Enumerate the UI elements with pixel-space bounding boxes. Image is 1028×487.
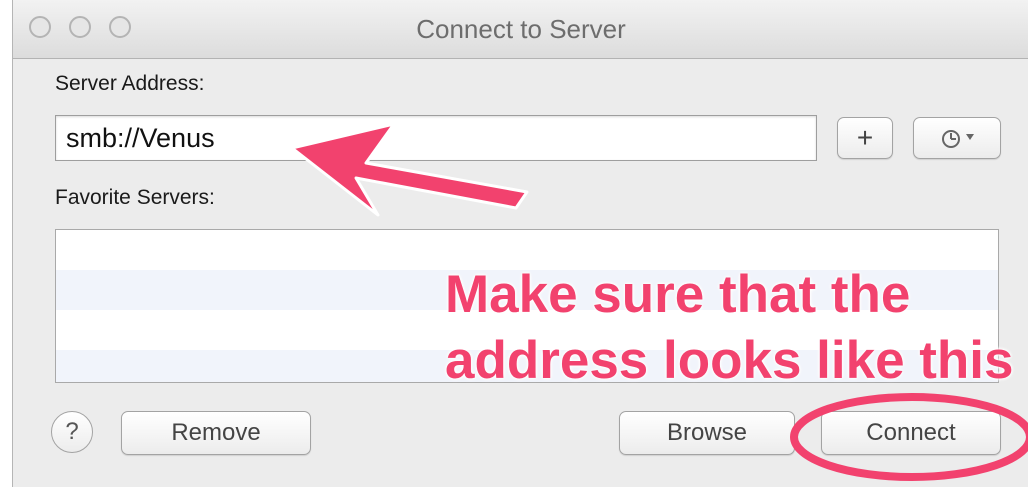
connect-highlight-circle [790,393,1028,481]
annotation-line-2: address looks like this [445,331,1014,390]
annotation-overlay [290,122,1028,481]
pointer-arrow-icon [290,122,529,217]
annotation-text: Make sure that the address looks like th… [445,262,1028,394]
annotation-line-1: Make sure that the [445,265,911,324]
